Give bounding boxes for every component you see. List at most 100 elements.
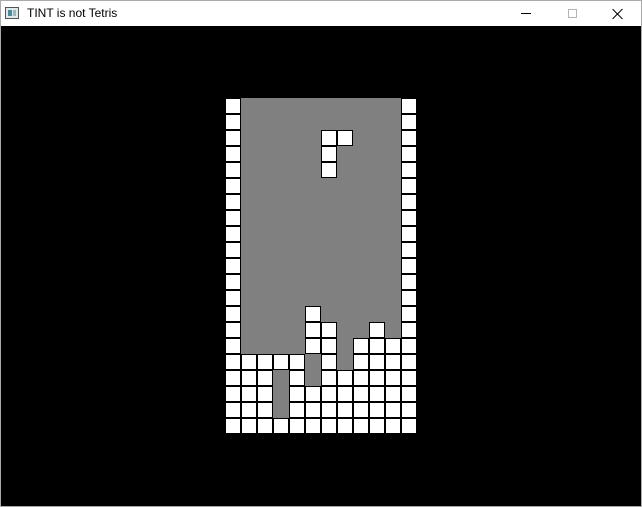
- settled-block: [241, 386, 257, 402]
- wall-block: [225, 386, 241, 402]
- empty-cell: [337, 290, 353, 306]
- wall-block: [401, 146, 417, 162]
- empty-cell: [289, 194, 305, 210]
- settled-block: [369, 370, 385, 386]
- empty-cell: [273, 130, 289, 146]
- empty-cell: [337, 98, 353, 114]
- wall-block: [401, 130, 417, 146]
- empty-cell: [385, 194, 401, 210]
- empty-cell: [385, 242, 401, 258]
- settled-block: [369, 402, 385, 418]
- settled-block: [353, 338, 369, 354]
- wall-block: [241, 418, 257, 434]
- empty-cell: [353, 146, 369, 162]
- settled-block: [385, 402, 401, 418]
- empty-cell: [321, 114, 337, 130]
- empty-cell: [257, 114, 273, 130]
- empty-cell: [353, 274, 369, 290]
- empty-cell: [369, 226, 385, 242]
- empty-cell: [321, 98, 337, 114]
- settled-block: [289, 386, 305, 402]
- close-button[interactable]: [595, 1, 641, 26]
- game-canvas[interactable]: [1, 26, 641, 506]
- empty-cell: [241, 226, 257, 242]
- empty-cell: [273, 162, 289, 178]
- empty-cell: [353, 306, 369, 322]
- empty-cell: [353, 98, 369, 114]
- empty-cell: [289, 306, 305, 322]
- empty-cell: [369, 258, 385, 274]
- empty-cell: [273, 242, 289, 258]
- wall-block: [401, 290, 417, 306]
- wall-block: [225, 162, 241, 178]
- empty-cell: [385, 322, 401, 338]
- empty-cell: [305, 98, 321, 114]
- settled-block: [401, 402, 417, 418]
- wall-block: [225, 274, 241, 290]
- wall-block: [225, 290, 241, 306]
- empty-cell: [385, 146, 401, 162]
- minimize-button[interactable]: [503, 1, 549, 26]
- empty-cell: [385, 162, 401, 178]
- empty-cell: [385, 258, 401, 274]
- empty-cell: [305, 146, 321, 162]
- settled-block: [289, 354, 305, 370]
- empty-cell: [353, 194, 369, 210]
- wall-block: [401, 306, 417, 322]
- wall-block: [321, 418, 337, 434]
- empty-cell: [385, 178, 401, 194]
- settled-block: [353, 370, 369, 386]
- settled-block: [401, 370, 417, 386]
- minimize-icon: [521, 13, 531, 14]
- empty-cell: [241, 274, 257, 290]
- empty-cell: [305, 130, 321, 146]
- empty-cell: [273, 178, 289, 194]
- empty-cell: [257, 258, 273, 274]
- empty-cell: [369, 194, 385, 210]
- empty-cell: [305, 274, 321, 290]
- empty-cell: [321, 226, 337, 242]
- empty-cell: [273, 306, 289, 322]
- empty-cell: [241, 306, 257, 322]
- wall-block: [225, 258, 241, 274]
- empty-cell: [257, 146, 273, 162]
- empty-cell: [241, 114, 257, 130]
- empty-cell: [289, 178, 305, 194]
- close-icon: [612, 8, 624, 20]
- empty-cell: [273, 98, 289, 114]
- settled-block: [369, 354, 385, 370]
- empty-cell: [241, 210, 257, 226]
- playfield: [225, 98, 417, 434]
- settled-block: [369, 386, 385, 402]
- empty-cell: [273, 146, 289, 162]
- empty-cell: [369, 306, 385, 322]
- settled-block: [241, 402, 257, 418]
- settled-block: [337, 386, 353, 402]
- falling-piece-block: [321, 146, 337, 162]
- empty-cell: [289, 322, 305, 338]
- empty-cell: [337, 114, 353, 130]
- maximize-button[interactable]: [549, 1, 595, 26]
- title-bar[interactable]: TINT is not Tetris: [1, 1, 641, 26]
- wall-block: [401, 162, 417, 178]
- wall-block: [401, 242, 417, 258]
- app-icon[interactable]: [5, 7, 19, 19]
- empty-cell: [337, 274, 353, 290]
- settled-block: [273, 354, 289, 370]
- empty-cell: [273, 370, 289, 386]
- empty-cell: [257, 242, 273, 258]
- wall-block: [289, 418, 305, 434]
- wall-block: [353, 418, 369, 434]
- empty-cell: [369, 130, 385, 146]
- empty-cell: [305, 162, 321, 178]
- empty-cell: [353, 226, 369, 242]
- empty-cell: [337, 146, 353, 162]
- empty-cell: [241, 194, 257, 210]
- empty-cell: [369, 274, 385, 290]
- settled-block: [321, 354, 337, 370]
- empty-cell: [337, 210, 353, 226]
- empty-cell: [353, 290, 369, 306]
- empty-cell: [369, 98, 385, 114]
- empty-cell: [273, 226, 289, 242]
- empty-cell: [321, 194, 337, 210]
